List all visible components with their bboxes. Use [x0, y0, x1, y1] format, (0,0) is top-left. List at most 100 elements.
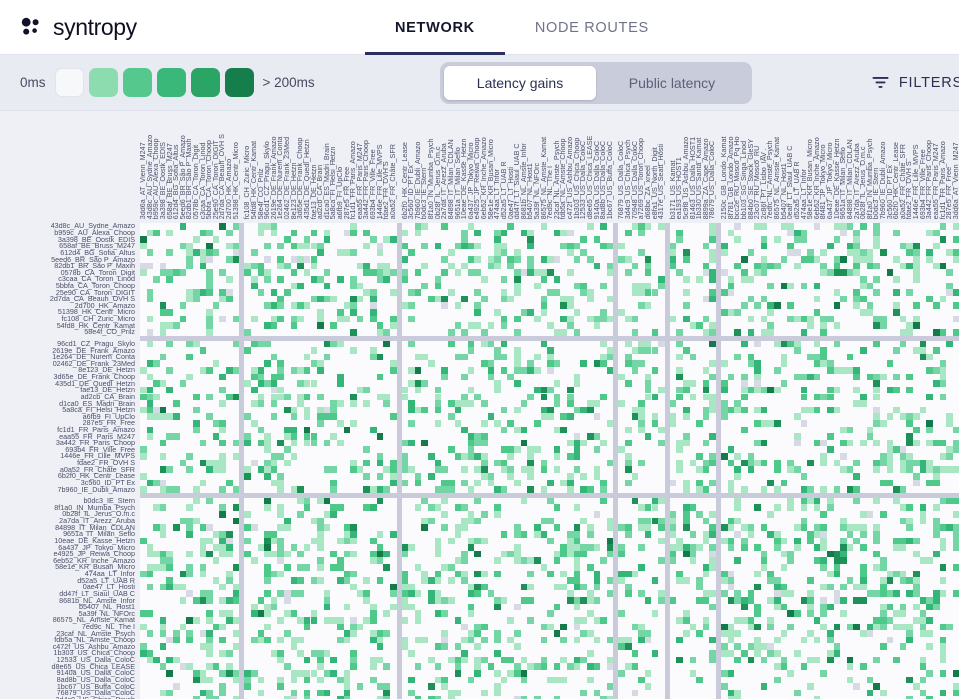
matrix-cell[interactable]	[257, 380, 265, 387]
matrix-cell[interactable]	[807, 353, 814, 361]
matrix-cell[interactable]	[376, 656, 384, 664]
matrix-cell[interactable]	[461, 524, 468, 531]
matrix-cell[interactable]	[676, 269, 683, 276]
matrix-cell[interactable]	[186, 242, 193, 250]
matrix-cell[interactable]	[192, 249, 200, 257]
matrix-cell[interactable]	[408, 340, 415, 348]
matrix-cell[interactable]	[467, 676, 475, 684]
matrix-cell[interactable]	[146, 373, 154, 381]
matrix-cell[interactable]	[774, 663, 781, 670]
matrix-cell[interactable]	[727, 537, 735, 545]
matrix-cell[interactable]	[682, 486, 690, 493]
matrix-cell[interactable]	[226, 616, 233, 624]
matrix-cell[interactable]	[514, 663, 521, 670]
matrix-cell[interactable]	[774, 676, 781, 684]
matrix-cell[interactable]	[547, 610, 554, 617]
matrix-cell[interactable]	[527, 229, 534, 237]
matrix-cell[interactable]	[179, 570, 187, 578]
matrix-cell[interactable]	[363, 459, 371, 467]
matrix-cell[interactable]	[467, 590, 475, 598]
matrix-cell[interactable]	[600, 360, 607, 367]
matrix-cell[interactable]	[727, 373, 735, 381]
matrix-cell[interactable]	[206, 367, 213, 374]
matrix-cell[interactable]	[727, 630, 735, 637]
matrix-cell[interactable]	[284, 406, 291, 414]
matrix-cell[interactable]	[343, 249, 351, 257]
matrix-cell[interactable]	[833, 289, 841, 296]
matrix-cell[interactable]	[408, 380, 415, 387]
matrix-cell[interactable]	[370, 663, 377, 670]
matrix-cell[interactable]	[146, 360, 154, 367]
matrix-cell[interactable]	[454, 353, 462, 361]
matrix-cell[interactable]	[303, 242, 311, 250]
matrix-cell[interactable]	[376, 453, 384, 460]
matrix-cell[interactable]	[441, 643, 448, 651]
matrix-cell[interactable]	[421, 636, 429, 644]
matrix-cell[interactable]	[827, 497, 834, 505]
matrix-cell[interactable]	[926, 229, 933, 237]
matrix-cell[interactable]	[350, 570, 357, 578]
matrix-cell[interactable]	[586, 564, 594, 571]
matrix-cell[interactable]	[159, 328, 167, 336]
matrix-cell[interactable]	[709, 275, 717, 283]
matrix-cell[interactable]	[919, 656, 927, 664]
matrix-cell[interactable]	[813, 544, 821, 551]
matrix-cell[interactable]	[727, 623, 735, 631]
matrix-cell[interactable]	[461, 623, 468, 631]
matrix-cell[interactable]	[932, 530, 940, 538]
matrix-cell[interactable]	[520, 367, 528, 374]
matrix-cell[interactable]	[520, 557, 528, 564]
matrix-cell[interactable]	[919, 557, 927, 564]
matrix-cell[interactable]	[906, 249, 914, 257]
matrix-cell[interactable]	[754, 373, 761, 381]
matrix-cell[interactable]	[760, 459, 768, 467]
matrix-cell[interactable]	[514, 524, 521, 531]
matrix-cell[interactable]	[350, 623, 357, 631]
matrix-cell[interactable]	[886, 636, 894, 644]
matrix-cell[interactable]	[807, 373, 814, 381]
matrix-cell[interactable]	[873, 459, 880, 467]
matrix-cell[interactable]	[709, 322, 717, 329]
matrix-cell[interactable]	[370, 236, 377, 243]
matrix-cell[interactable]	[140, 269, 147, 276]
matrix-cell[interactable]	[787, 466, 794, 473]
matrix-cell[interactable]	[159, 439, 167, 447]
matrix-cell[interactable]	[820, 557, 827, 564]
matrix-cell[interactable]	[807, 656, 814, 664]
matrix-cell[interactable]	[264, 360, 271, 367]
matrix-cell[interactable]	[740, 537, 748, 545]
matrix-cell[interactable]	[820, 393, 827, 401]
matrix-cell[interactable]	[600, 223, 607, 230]
matrix-cell[interactable]	[606, 347, 614, 354]
matrix-cell[interactable]	[827, 446, 834, 454]
matrix-cell[interactable]	[527, 309, 534, 316]
matrix-cell[interactable]	[906, 328, 914, 336]
matrix-cell[interactable]	[734, 656, 741, 664]
matrix-cell[interactable]	[461, 295, 468, 303]
matrix-cell[interactable]	[520, 583, 528, 591]
matrix-cell[interactable]	[644, 669, 652, 677]
matrix-cell[interactable]	[514, 530, 521, 538]
matrix-cell[interactable]	[461, 466, 468, 473]
matrix-cell[interactable]	[800, 236, 808, 243]
matrix-cell[interactable]	[159, 663, 167, 670]
matrix-cell[interactable]	[454, 663, 462, 670]
matrix-cell[interactable]	[747, 275, 755, 283]
matrix-cell[interactable]	[780, 282, 788, 290]
matrix-cell[interactable]	[533, 353, 541, 361]
matrix-cell[interactable]	[520, 597, 528, 604]
matrix-cell[interactable]	[580, 517, 587, 525]
matrix-cell[interactable]	[740, 459, 748, 467]
matrix-cell[interactable]	[573, 656, 581, 664]
matrix-cell[interactable]	[414, 590, 422, 598]
matrix-cell[interactable]	[689, 530, 697, 538]
matrix-cell[interactable]	[780, 380, 788, 387]
matrix-cell[interactable]	[893, 590, 900, 598]
matrix-cell[interactable]	[284, 597, 291, 604]
matrix-cell[interactable]	[146, 550, 154, 558]
matrix-cell[interactable]	[567, 413, 574, 420]
toggle-latency-gains[interactable]: Latency gains	[444, 65, 596, 100]
matrix-cell[interactable]	[159, 550, 167, 558]
matrix-cell[interactable]	[173, 269, 180, 276]
matrix-cell[interactable]	[593, 360, 601, 367]
